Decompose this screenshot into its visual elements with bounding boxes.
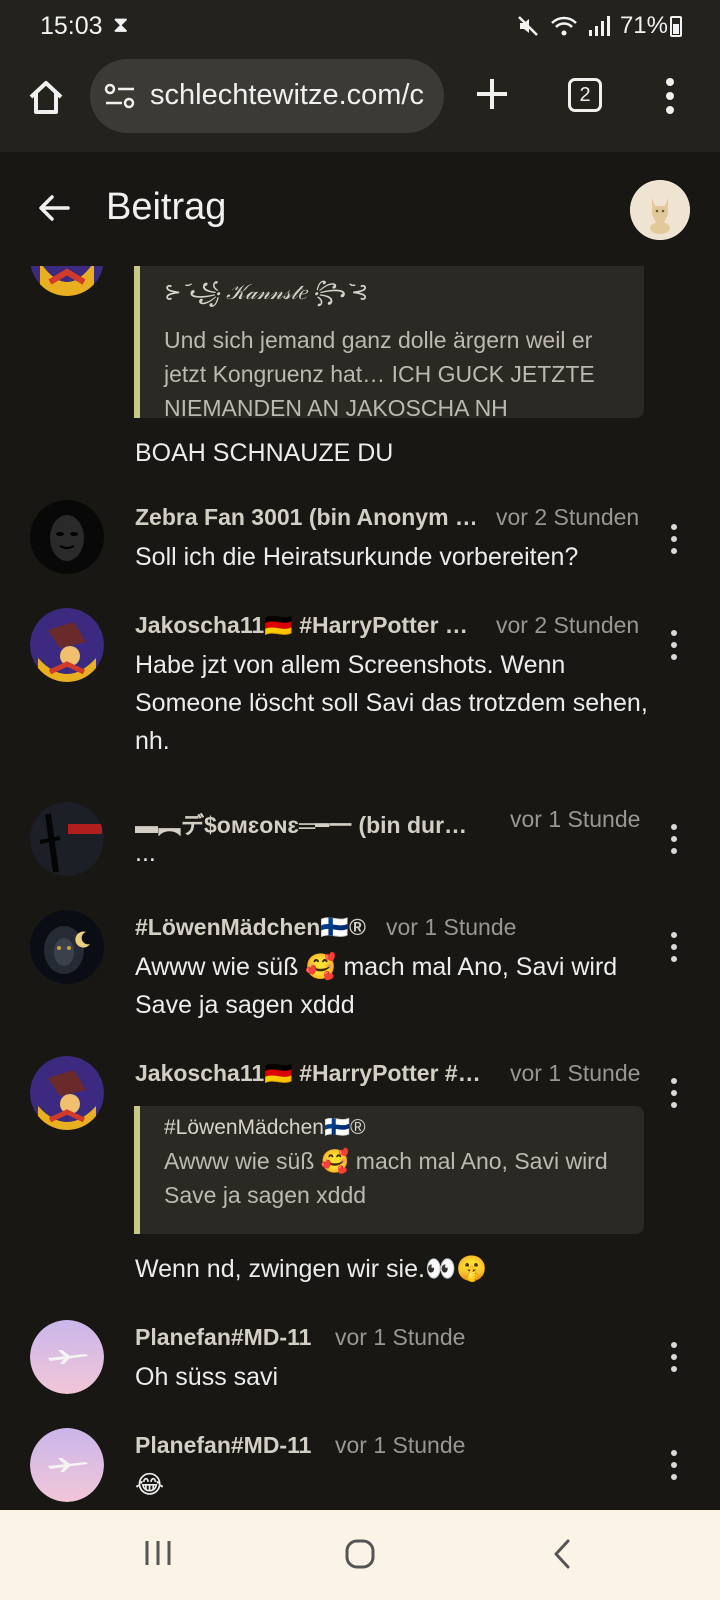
more-vert-icon[interactable]: [666, 1448, 682, 1482]
comment-author[interactable]: Planefan#MD-11: [135, 1324, 325, 1351]
battery-percent: 71%: [619, 12, 668, 39]
home-icon[interactable]: [26, 78, 66, 118]
avatar[interactable]: [30, 1320, 104, 1394]
more-vert-icon[interactable]: [666, 628, 682, 662]
site-settings-icon[interactable]: [104, 83, 136, 109]
comment-time: vor 1 Stunde: [335, 1324, 466, 1350]
cat-avatar-icon: [630, 180, 690, 240]
avatar[interactable]: [30, 802, 104, 876]
plus-icon[interactable]: [472, 74, 512, 114]
home-circle-icon[interactable]: [344, 1538, 376, 1570]
comment-body: ...: [135, 839, 156, 867]
system-nav-bar: [0, 1510, 720, 1600]
status-time: 15:03: [40, 12, 103, 40]
quote-text: Und sich jemand ganz dolle ärgern weil e…: [164, 327, 595, 421]
app-header: Beitrag: [0, 152, 720, 266]
recents-icon[interactable]: [143, 1538, 173, 1568]
comment-author[interactable]: Jakoscha11🇩🇪 #HarryPotter #…: [135, 1060, 485, 1087]
more-vert-icon[interactable]: [666, 930, 682, 964]
avatar[interactable]: [30, 910, 104, 984]
arrow-back-icon[interactable]: [34, 188, 74, 228]
comment-body: Oh süss savi: [135, 1363, 279, 1391]
signal-icon: [588, 16, 610, 36]
comment-author[interactable]: Jakoscha11🇩🇪 #HarryPotter …: [135, 612, 475, 639]
user-avatar[interactable]: [630, 180, 690, 240]
more-vert-icon[interactable]: [666, 1340, 682, 1374]
comment-body: Soll ich die Heiratsurkunde vorbereiten?: [135, 543, 579, 571]
quote-text: Awww wie süß 🥰 mach mal Ano, Savi wird S…: [164, 1148, 608, 1208]
browser-toolbar: schlechtewitze.com/c 2: [0, 52, 720, 152]
avatar[interactable]: [30, 500, 104, 574]
comment-time: vor 1 Stunde: [510, 806, 641, 832]
address-bar[interactable]: schlechtewitze.com/c: [90, 59, 444, 133]
comment-time: vor 1 Stunde: [510, 1060, 641, 1086]
comment-time: vor 2 Stunden: [496, 612, 640, 638]
comment-time: vor 1 Stunde: [386, 914, 517, 940]
quoted-comment: #LöwenMädchen🇫🇮® Awww wie süß 🥰 mach mal…: [134, 1106, 644, 1234]
comment-time: vor 1 Stunde: [335, 1432, 466, 1458]
mute-icon: [518, 16, 538, 36]
comment-author[interactable]: Zebra Fan 3001 (bin Anonym …: [135, 504, 475, 531]
comment-author[interactable]: Planefan#MD-11: [135, 1432, 325, 1459]
more-vert-icon[interactable]: [666, 1076, 682, 1110]
avatar[interactable]: [30, 266, 104, 296]
quoted-comment: ⊱ ᷄꧁ 𝒦𝒶𝓃𝓃𝓈𝓉𝑒 ꧂ ᷅⊰ Und sich jemand ganz d…: [134, 266, 644, 421]
url-text[interactable]: schlechtewitze.com/c: [150, 79, 424, 112]
comment-body: Habe jzt von allem Screenshots. Wenn Som…: [135, 651, 648, 755]
page-title: Beitrag: [106, 186, 227, 228]
comment-body: 😂: [135, 1471, 165, 1499]
chevron-left-icon[interactable]: [550, 1538, 574, 1570]
tabs-button[interactable]: 2: [568, 78, 602, 112]
more-vert-icon[interactable]: [662, 76, 678, 116]
comment-author[interactable]: #LöwenMädchen🇫🇮®: [135, 914, 375, 941]
comment-body: BOAH SCHNAUZE DU: [135, 439, 394, 467]
avatar[interactable]: [30, 1428, 104, 1502]
hourglass-icon: ⧗: [113, 12, 129, 37]
status-bar: 15:03 ⧗ 71%: [0, 0, 720, 52]
comment-body: Wenn nd, zwingen wir sie.👀🤫: [135, 1255, 488, 1283]
quote-author: #LöwenMädchen🇫🇮®: [164, 1116, 366, 1139]
avatar[interactable]: [30, 608, 104, 682]
status-icons: 71%: [516, 12, 668, 40]
comment-body: Awww wie süß 🥰 mach mal Ano, Savi wird S…: [135, 953, 618, 1019]
avatar[interactable]: [30, 1056, 104, 1130]
more-vert-icon[interactable]: [666, 522, 682, 556]
quote-author: ⊱ ᷄꧁ 𝒦𝒶𝓃𝓃𝓈𝓉𝑒 ꧂ ᷅⊰: [164, 281, 369, 304]
wifi-icon: [551, 16, 577, 36]
more-vert-icon[interactable]: [666, 822, 682, 856]
comment-feed[interactable]: ⊱ ᷄꧁ 𝒦𝒶𝓃𝓃𝓈𝓉𝑒 ꧂ ᷅⊰ Und sich jemand ganz d…: [0, 266, 720, 1510]
comment-time: vor 2 Stunden: [496, 504, 640, 530]
battery-icon: [670, 16, 682, 37]
